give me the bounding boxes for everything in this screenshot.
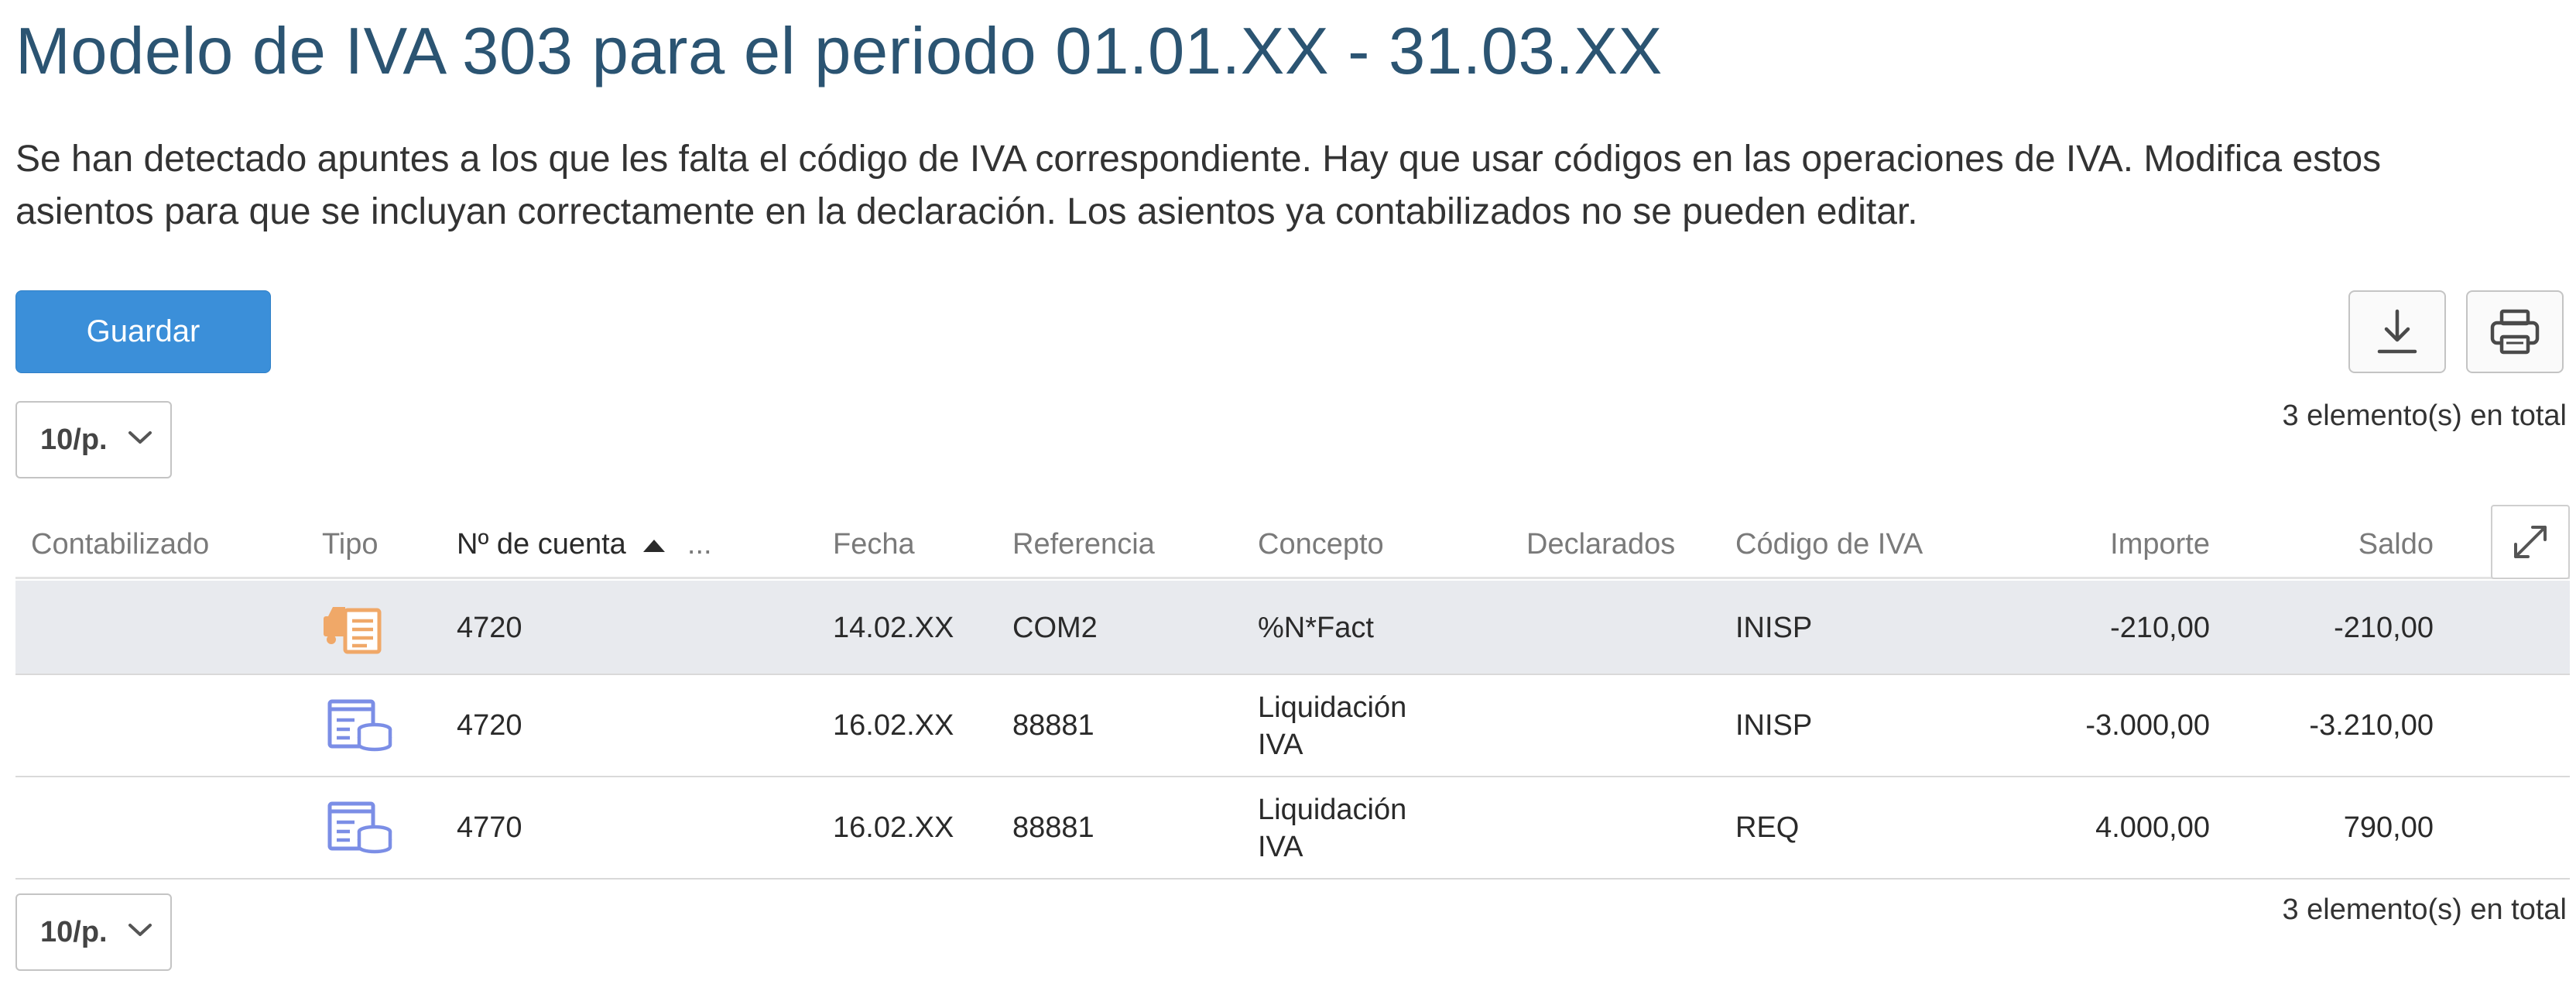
cell-fecha: 16.02.XX (833, 709, 954, 742)
sort-ascending-icon (643, 539, 666, 552)
cell-fecha: 16.02.XX (833, 811, 954, 844)
save-button[interactable]: Guardar (15, 290, 271, 373)
table-header: Contabilizado Tipo Nº de cuenta ... Fech… (15, 505, 2570, 579)
column-header-referencia[interactable]: Referencia (1012, 528, 1155, 561)
cell-importe: -3.000,00 (2085, 709, 2210, 742)
cell-concepto: %N*Fact (1258, 612, 1374, 644)
cell-referencia: 88881 (1012, 811, 1094, 844)
printer-icon (2490, 309, 2540, 354)
cell-referencia: 88881 (1012, 709, 1094, 742)
chevron-down-icon (128, 431, 152, 444)
cell-importe: -210,00 (2110, 612, 2210, 644)
table-row[interactable]: 4720 14.02.XX COM2 %N*Fact INISP -210,00… (15, 581, 2570, 675)
column-header-codigo-iva[interactable]: Código de IVA (1735, 528, 1923, 561)
purchase-invoice-icon (324, 607, 382, 654)
warning-description: Se han detectado apuntes a los que les f… (15, 139, 2382, 232)
table-row[interactable]: 4720 16.02.XX 88881 Liquidación IVA INIS… (15, 675, 2570, 777)
total-items-count-bottom: 3 elemento(s) en total (2282, 893, 2567, 926)
journal-entry-icon (327, 801, 392, 854)
column-header-cuenta-label: Nº de cuenta (457, 528, 626, 561)
cell-codigo-iva: INISP (1735, 709, 1813, 742)
cell-concepto: Liquidación IVA (1258, 691, 1407, 761)
expand-table-button[interactable] (2491, 505, 2570, 579)
vat-model-303-page: Modelo de IVA 303 para el periodo 01.01.… (0, 0, 2576, 991)
cell-cuenta: 4720 (457, 709, 522, 742)
column-header-concepto[interactable]: Concepto (1258, 528, 1384, 561)
page-size-value: 10/p. (40, 915, 108, 948)
download-icon (2377, 309, 2417, 353)
download-button[interactable] (2348, 290, 2446, 373)
cell-codigo-iva: REQ (1735, 811, 1800, 844)
cell-cuenta: 4770 (457, 811, 522, 844)
cell-saldo: -210,00 (2334, 612, 2434, 644)
journal-entry-icon (327, 699, 392, 752)
column-header-contabilizado[interactable]: Contabilizado (31, 528, 209, 561)
column-header-cuenta[interactable]: Nº de cuenta ... (457, 528, 712, 561)
total-items-count: 3 elemento(s) en total (2282, 399, 2567, 432)
expand-icon (2514, 526, 2547, 558)
table-row[interactable]: 4770 16.02.XX 88881 Liquidación IVA REQ … (15, 777, 2570, 880)
page-title: Modelo de IVA 303 para el periodo 01.01.… (15, 15, 1663, 88)
column-header-fecha[interactable]: Fecha (833, 528, 915, 561)
cell-referencia: COM2 (1012, 612, 1098, 644)
cell-saldo: 790,00 (2343, 811, 2434, 844)
column-header-importe[interactable]: Importe (2110, 528, 2210, 561)
column-header-saldo[interactable]: Saldo (2358, 528, 2434, 561)
column-header-tipo[interactable]: Tipo (322, 528, 379, 561)
cell-codigo-iva: INISP (1735, 612, 1813, 644)
chevron-down-icon (128, 924, 152, 936)
cell-fecha: 14.02.XX (833, 612, 954, 644)
page-size-value: 10/p. (40, 423, 108, 456)
page-size-select[interactable]: 10/p. (15, 401, 172, 478)
column-options-icon[interactable]: ... (687, 528, 712, 561)
cell-importe: 4.000,00 (2095, 811, 2210, 844)
print-button[interactable] (2466, 290, 2564, 373)
cell-saldo: -3.210,00 (2309, 709, 2434, 742)
page-size-select-bottom[interactable]: 10/p. (15, 893, 172, 971)
cell-concepto: Liquidación IVA (1258, 794, 1407, 863)
column-header-declarados[interactable]: Declarados (1526, 528, 1675, 561)
cell-cuenta: 4720 (457, 612, 522, 644)
